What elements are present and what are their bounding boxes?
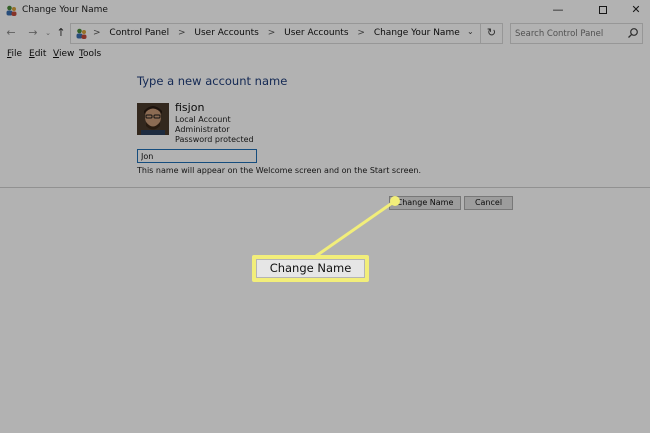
- back-button[interactable]: ←: [4, 25, 18, 41]
- search-input[interactable]: [515, 27, 623, 41]
- breadcrumb-separator: >: [93, 28, 101, 38]
- callout-label: Change Name: [256, 259, 365, 278]
- menu-edit[interactable]: Edit: [29, 49, 46, 59]
- window-title: Change Your Name: [22, 5, 108, 15]
- breadcrumb-separator: >: [357, 28, 365, 38]
- arrow-right-icon: →: [28, 26, 38, 39]
- address-history-icon[interactable]: ⌄: [467, 27, 474, 36]
- name-hint-text: This name will appear on the Welcome scr…: [137, 166, 422, 175]
- user-accounts-icon: [6, 5, 17, 16]
- forward-button[interactable]: →: [26, 25, 40, 41]
- page-heading: Type a new account name: [137, 74, 288, 88]
- refresh-icon: ↻: [486, 26, 497, 39]
- account-role: Administrator: [175, 125, 230, 134]
- breadcrumb-item-user-accounts-2[interactable]: User Accounts: [284, 28, 348, 38]
- account-type: Local Account: [175, 115, 231, 124]
- breadcrumb-separator: >: [177, 28, 186, 38]
- user-photo-icon: [137, 103, 169, 135]
- user-name: fisjon: [175, 101, 205, 114]
- address-bar[interactable]: > Control Panel > User Accounts > User A…: [70, 23, 503, 44]
- breadcrumb: > Control Panel > User Accounts > User A…: [93, 28, 460, 38]
- refresh-button[interactable]: ↻: [480, 23, 502, 44]
- up-button[interactable]: ↑: [54, 25, 68, 41]
- menu-tools[interactable]: Tools: [79, 49, 101, 59]
- arrow-left-icon: ←: [6, 26, 16, 39]
- breadcrumb-item-control-panel[interactable]: Control Panel: [109, 28, 169, 38]
- change-your-name-window: Change Your Name — ✕ ← → ⌄ ↑ > Control P…: [0, 0, 650, 433]
- maximize-button[interactable]: [585, 0, 621, 20]
- callout-box: Change Name: [252, 255, 369, 282]
- maximize-icon: [599, 6, 607, 14]
- chevron-down-icon: ⌄: [45, 29, 51, 37]
- avatar: [137, 103, 169, 135]
- password-status: Password protected: [175, 135, 254, 144]
- address-row: ← → ⌄ ↑ > Control Panel > User Accounts …: [0, 22, 650, 44]
- close-icon: ✕: [631, 3, 641, 16]
- content-area: Type a new account name fisjon Local Acc…: [0, 62, 650, 433]
- menu-file[interactable]: File: [7, 49, 22, 59]
- search-icon[interactable]: [627, 27, 639, 39]
- menu-view[interactable]: View: [53, 49, 74, 59]
- cancel-button[interactable]: Cancel: [464, 196, 513, 210]
- menu-bar: File Edit View Tools: [0, 48, 650, 62]
- breadcrumb-item-user-accounts[interactable]: User Accounts: [194, 28, 258, 38]
- close-button[interactable]: ✕: [618, 0, 650, 20]
- new-account-name-input[interactable]: [137, 149, 257, 163]
- recent-locations-button[interactable]: ⌄: [41, 25, 55, 41]
- arrow-up-icon: ↑: [56, 26, 66, 39]
- control-panel-icon: [76, 28, 87, 39]
- title-bar: Change Your Name — ✕: [0, 0, 650, 20]
- change-name-button[interactable]: Change Name: [389, 196, 461, 210]
- minimize-button[interactable]: —: [540, 0, 576, 20]
- divider: [0, 187, 650, 188]
- search-box[interactable]: [510, 23, 643, 44]
- breadcrumb-separator: >: [267, 28, 276, 38]
- minimize-icon: —: [552, 3, 564, 16]
- breadcrumb-item-change-your-name[interactable]: Change Your Name: [374, 28, 460, 38]
